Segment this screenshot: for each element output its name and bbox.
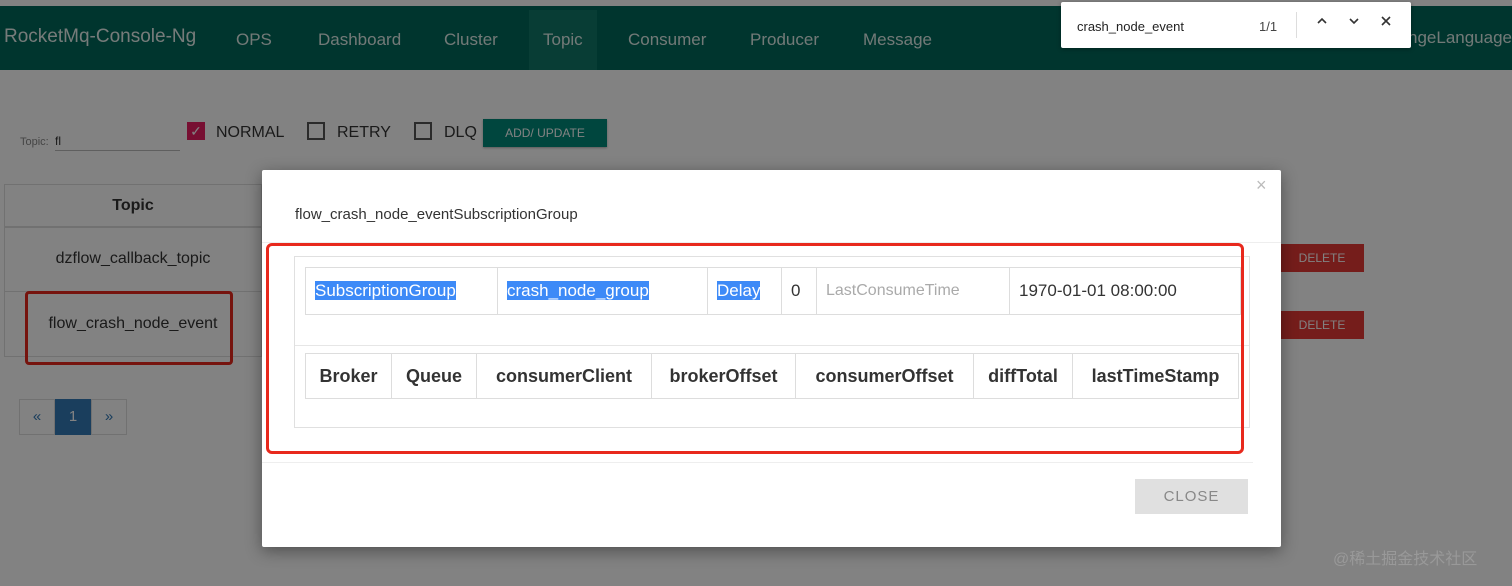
dialog-title: flow_crash_node_eventSubscriptionGroup xyxy=(295,206,578,223)
chevron-up-icon[interactable] xyxy=(1312,14,1332,36)
find-query[interactable]: crash_node_event xyxy=(1077,19,1184,34)
find-match-count: 1/1 xyxy=(1259,19,1278,34)
close-icon[interactable] xyxy=(1376,14,1396,36)
divider xyxy=(262,462,1253,463)
find-bar: crash_node_event 1/1 xyxy=(1061,2,1411,48)
chevron-down-icon[interactable] xyxy=(1344,14,1364,36)
annotation-highlight-subscription xyxy=(266,243,1244,454)
find-separator xyxy=(1296,12,1297,38)
close-icon[interactable]: × xyxy=(1256,175,1267,196)
watermark: @稀土掘金技术社区 xyxy=(1333,551,1478,568)
close-button[interactable]: CLOSE xyxy=(1135,479,1248,514)
